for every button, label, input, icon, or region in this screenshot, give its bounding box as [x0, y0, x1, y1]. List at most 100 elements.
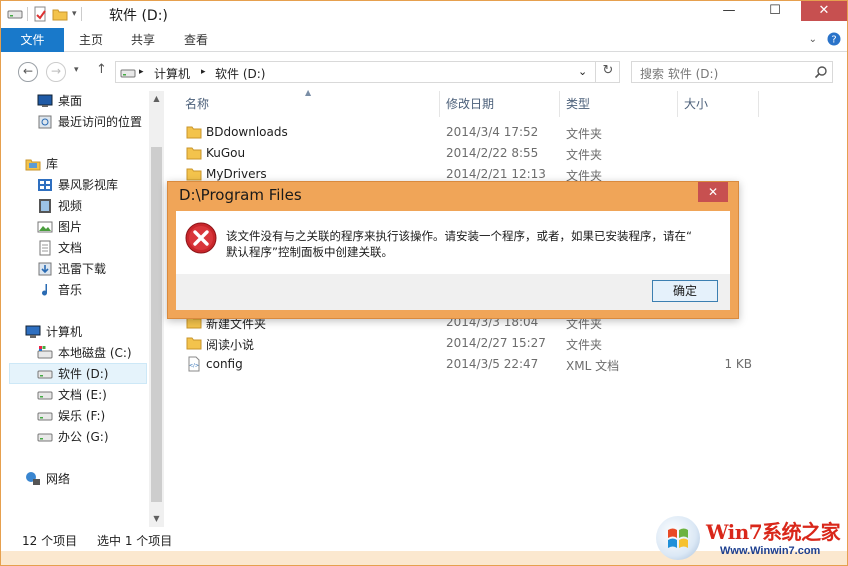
- recent-locations-icon[interactable]: ▾: [74, 65, 79, 75]
- nav-item-label: 暴风影视库: [58, 178, 119, 192]
- maximize-button[interactable]: ☐: [761, 1, 789, 21]
- address-bar[interactable]: ▸ 计算机 ▸ 软件 (D:) ⌄: [115, 61, 620, 83]
- selection-count: 选中 1 个项目: [97, 534, 173, 548]
- video-library-icon: [38, 179, 52, 191]
- svg-text:</>: </>: [189, 363, 199, 369]
- file-type: 文件夹: [566, 338, 603, 352]
- watermark-url: Www.Winwin7.com: [720, 545, 821, 557]
- quick-access-toolbar: ▾: [7, 6, 82, 22]
- scrollbar-thumb[interactable]: [151, 147, 162, 502]
- title-bar: ▾ 软件 (D:) — ☐ ✕: [1, 1, 847, 28]
- breadcrumb-separator-icon[interactable]: ▸: [201, 67, 206, 77]
- scroll-up-icon[interactable]: ▲: [149, 94, 164, 103]
- folder-icon: [186, 126, 202, 139]
- table-row[interactable]: 阅读小说 2014/2/27 15:27 文件夹: [184, 333, 784, 354]
- scroll-down-icon[interactable]: ▼: [149, 514, 164, 523]
- refresh-icon: ↻: [602, 63, 614, 78]
- tab-home[interactable]: 主页: [69, 28, 113, 52]
- column-header-type[interactable]: 类型: [566, 95, 590, 112]
- table-row[interactable]: </> config 2014/3/5 22:47 XML 文档 1 KB: [184, 354, 784, 375]
- file-size: 1 KB: [724, 357, 752, 371]
- watermark-brand: Win7系统之家: [706, 520, 841, 544]
- table-row[interactable]: KuGou 2014/2/22 8:55 文件夹: [184, 143, 784, 164]
- up-button[interactable]: ↑: [96, 62, 107, 77]
- nav-item-label: 娱乐 (F:): [58, 409, 106, 423]
- column-divider[interactable]: [677, 91, 678, 117]
- folder-icon: [186, 337, 202, 350]
- back-button[interactable]: ←: [18, 62, 38, 82]
- search-placeholder: 搜索 软件 (D:): [640, 67, 719, 81]
- dialog-close-button[interactable]: ✕: [698, 182, 728, 202]
- nav-item-label: 视频: [58, 199, 83, 213]
- nav-item-label: 桌面: [58, 94, 83, 108]
- file-date: 2014/2/22 8:55: [446, 146, 539, 160]
- customize-toolbar-icon[interactable]: ▾: [72, 9, 77, 19]
- dialog-title: D:\Program Files: [179, 186, 302, 204]
- nav-item-label: 音乐: [58, 283, 83, 297]
- videos-icon: [39, 199, 51, 213]
- column-header-date[interactable]: 修改日期: [446, 95, 494, 112]
- nav-scrollbar[interactable]: ▲ ▼: [149, 91, 164, 527]
- breadcrumb-current[interactable]: 软件 (D:): [215, 65, 265, 82]
- navigation-pane: 桌面 最近访问的位置 库 暴风影视库 视频 图片 文档 迅雷下载 音乐 计算机 …: [1, 91, 164, 527]
- tab-file[interactable]: 文件: [1, 28, 64, 52]
- file-date: 2014/2/21 12:13: [446, 167, 546, 181]
- error-icon: [185, 222, 217, 254]
- file-name: BDdownloads: [206, 125, 288, 139]
- dialog-message-line: 默认程序”控制面板中创建关联。: [226, 245, 393, 259]
- column-header-name[interactable]: 名称: [185, 95, 209, 112]
- drive-icon[interactable]: [7, 6, 23, 22]
- dialog-message: 该文件没有与之关联的程序来执行该操作。请安装一个程序，或者，如果已安装程序，请在…: [226, 228, 726, 260]
- tab-view[interactable]: 查看: [174, 28, 218, 52]
- dialog-message-line: 该文件没有与之关联的程序来执行该操作。请安装一个程序，或者，如果已安装程序，请在…: [226, 229, 692, 243]
- table-row[interactable]: BDdownloads 2014/3/4 17:52 文件夹: [184, 122, 784, 143]
- column-divider[interactable]: [758, 91, 759, 117]
- back-arrow-icon: ←: [22, 64, 34, 78]
- column-divider[interactable]: [559, 91, 560, 117]
- breadcrumb-separator-icon[interactable]: ▸: [139, 67, 144, 77]
- column-header-size[interactable]: 大小: [684, 95, 708, 112]
- nav-item-label: 计算机: [46, 325, 83, 339]
- item-count: 12 个项目: [22, 534, 78, 548]
- ribbon-tabs: 文件 主页 共享 查看 ⌄ ?: [1, 28, 847, 52]
- nav-item-label: 软件 (D:): [58, 367, 109, 381]
- properties-icon[interactable]: [32, 6, 48, 22]
- desktop-icon: [37, 94, 53, 107]
- nav-item-label: 文档: [58, 241, 83, 255]
- breadcrumb-computer[interactable]: 计算机: [154, 65, 190, 82]
- downloads-icon: [38, 262, 52, 276]
- drive-icon: [37, 391, 53, 400]
- dialog-body: 该文件没有与之关联的程序来执行该操作。请安装一个程序，或者，如果已安装程序，请在…: [176, 211, 730, 274]
- file-name: MyDrivers: [206, 167, 267, 181]
- close-button[interactable]: ✕: [801, 1, 847, 21]
- drive-icon: [37, 370, 53, 379]
- drive-icon: [37, 433, 53, 442]
- error-dialog: D:\Program Files ✕ 该文件没有与之关联的程序来执行该操作。请安…: [167, 181, 739, 319]
- expand-ribbon-icon[interactable]: ⌄: [809, 34, 817, 45]
- xml-file-icon: </>: [188, 356, 200, 372]
- nav-item-label: 图片: [58, 220, 83, 234]
- refresh-button[interactable]: ↻: [595, 61, 620, 83]
- documents-icon: [39, 240, 51, 256]
- forward-button[interactable]: →: [46, 62, 66, 82]
- minimize-button[interactable]: —: [715, 1, 743, 21]
- music-icon: [42, 284, 47, 296]
- ok-button[interactable]: 确定: [652, 280, 718, 302]
- nav-item-label: 库: [46, 157, 59, 171]
- folder-icon: [186, 147, 202, 160]
- dialog-footer: 确定: [176, 274, 730, 310]
- search-box[interactable]: 搜索 软件 (D:): [631, 61, 833, 83]
- forward-arrow-icon: →: [50, 64, 62, 78]
- address-dropdown-icon[interactable]: ⌄: [578, 65, 587, 78]
- file-date: 2014/3/5 22:47: [446, 357, 539, 371]
- help-icon[interactable]: ?: [827, 32, 841, 46]
- new-folder-icon[interactable]: [52, 6, 68, 22]
- file-name: config: [206, 357, 243, 371]
- file-type: 文件夹: [566, 148, 603, 162]
- folder-icon: [186, 168, 202, 181]
- search-icon[interactable]: [814, 65, 828, 79]
- file-name: 阅读小说: [206, 338, 255, 352]
- tab-share[interactable]: 共享: [121, 28, 165, 52]
- column-divider[interactable]: [439, 91, 440, 117]
- system-drive-icon: [37, 346, 53, 359]
